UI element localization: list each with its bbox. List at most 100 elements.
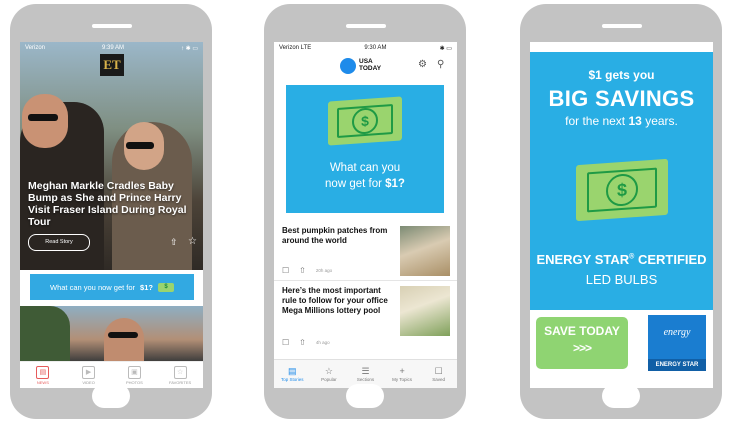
et-logo: ET bbox=[100, 54, 124, 76]
speaker bbox=[602, 24, 642, 28]
article-title[interactable]: Here’s the most important rule to follow… bbox=[282, 286, 392, 316]
photo-sunglasses bbox=[28, 114, 58, 121]
tab-label: Popular bbox=[321, 377, 337, 382]
bookmark-icon: ☐ bbox=[434, 366, 443, 376]
divider bbox=[274, 280, 457, 281]
banner-text: What can you now get for bbox=[50, 282, 136, 292]
ad-panel[interactable]: $1 gets you BIG SAVINGS for the next 13 … bbox=[530, 52, 713, 310]
status-icons: ✱ ▭ bbox=[439, 45, 452, 52]
app-header: USA TODAY ⚙ ⚲ bbox=[274, 55, 457, 77]
energy-star-certified: ENERGY STAR® CERTIFIED bbox=[530, 252, 713, 267]
tab-news[interactable]: ▤ NEWS bbox=[20, 362, 66, 388]
photo-face bbox=[104, 318, 144, 362]
ad-tile[interactable]: $ What can you now get for $1? bbox=[286, 85, 444, 213]
tab-my-topics[interactable]: + My Topics bbox=[384, 360, 421, 388]
status-bar: Verizon 9:39 AM ↑ ✱ ▭ bbox=[20, 42, 203, 54]
tab-label: FAVORITES bbox=[169, 379, 192, 385]
save-today-button[interactable]: SAVE TODAY >>> bbox=[536, 317, 628, 369]
tab-popular[interactable]: ☆ Popular bbox=[311, 360, 348, 388]
energy-star-label: ENERGY STAR bbox=[648, 359, 706, 371]
photo-sunglasses bbox=[108, 332, 138, 338]
search-icon[interactable]: ⚲ bbox=[437, 59, 444, 70]
top-stories-icon: ▤ bbox=[288, 366, 297, 376]
usa-today-logo-icon bbox=[340, 58, 356, 74]
ad-subline: for the next 13 years. bbox=[530, 114, 713, 128]
energy-star-logo: energy ENERGY STAR bbox=[648, 315, 706, 371]
tab-label: My Topics bbox=[392, 377, 413, 382]
speaker bbox=[346, 24, 386, 28]
star-icon: ☆ bbox=[324, 366, 333, 376]
article-meta: ☐ ⇧ 20h ago bbox=[282, 266, 332, 275]
registered-mark: ® bbox=[629, 253, 635, 261]
photo-face bbox=[22, 94, 68, 148]
energy-star-script: energy bbox=[663, 327, 691, 338]
read-story-button[interactable]: Read Story bbox=[28, 234, 90, 251]
article-time: 20h ago bbox=[315, 268, 333, 273]
ad-banner[interactable]: What can you now get for $1? $ bbox=[30, 274, 194, 300]
carrier-label: Verizon bbox=[25, 45, 46, 51]
save-today-label: SAVE TODAY bbox=[544, 324, 620, 338]
home-button[interactable] bbox=[602, 384, 640, 408]
share-icon[interactable]: ⇧ bbox=[299, 266, 306, 275]
tab-label: VIDEO bbox=[82, 379, 95, 385]
energy-star-ad-screen: $1 gets you BIG SAVINGS for the next 13 … bbox=[530, 42, 713, 388]
story-headline[interactable]: Meghan Markle Cradles Baby Bump as She a… bbox=[28, 180, 200, 228]
energy-star-text: ENERGY STAR bbox=[536, 252, 630, 267]
status-bar: Verizon LTE 9:30 AM ✱ ▭ bbox=[274, 42, 457, 54]
star-icon[interactable]: ☆ bbox=[188, 236, 197, 247]
time-label: 9:30 AM bbox=[364, 45, 387, 51]
home-button[interactable] bbox=[346, 384, 384, 408]
bookmark-icon[interactable]: ☐ bbox=[282, 338, 289, 347]
led-bulbs-text: LED BULBS bbox=[585, 272, 658, 287]
tab-label: NEWS bbox=[36, 379, 49, 385]
photo-sunglasses bbox=[126, 142, 154, 149]
ad-line: now get for $1? bbox=[286, 177, 444, 191]
ad-headline: $1 gets you bbox=[588, 68, 655, 82]
usa-today-app-screen: Verizon LTE 9:30 AM ✱ ▭ USA TODAY ⚙ ⚲ $ … bbox=[274, 42, 457, 388]
cash-icon: $ bbox=[157, 282, 174, 292]
certified-text: CERTIFIED bbox=[637, 252, 707, 267]
article-meta: ☐ ⇧ 4h ago bbox=[282, 338, 330, 347]
ad-big-savings: BIG SAVINGS bbox=[548, 86, 695, 111]
banner-amount: $1? bbox=[140, 282, 153, 292]
cash-bill-icon: $ bbox=[576, 158, 668, 222]
video-icon: ▶ bbox=[82, 365, 96, 379]
home-button[interactable] bbox=[92, 384, 130, 408]
article-thumbnail[interactable] bbox=[400, 226, 450, 276]
speaker bbox=[92, 24, 132, 28]
gear-icon[interactable]: ⚙ bbox=[418, 59, 427, 70]
et-app-screen: Verizon 9:39 AM ↑ ✱ ▭ ET Meghan Markle C… bbox=[20, 42, 203, 388]
carrier-label: Verizon LTE bbox=[279, 45, 312, 51]
article-thumbnail[interactable] bbox=[400, 286, 450, 336]
share-icon[interactable]: ⇧ bbox=[170, 237, 178, 248]
favorites-icon: ☆ bbox=[173, 365, 187, 379]
status-icons: ↑ ✱ ▭ bbox=[180, 45, 198, 52]
photo-tree bbox=[20, 306, 70, 362]
usa-today-wordmark: USA TODAY bbox=[359, 58, 382, 72]
article-title[interactable]: Best pumpkin patches from around the wor… bbox=[282, 226, 392, 246]
share-icon[interactable]: ⇧ bbox=[299, 338, 306, 347]
cash-bill-icon: $ bbox=[328, 96, 402, 146]
tab-label: Sections bbox=[356, 377, 375, 382]
tab-favorites[interactable]: ☆ FAVORITES bbox=[157, 362, 203, 388]
ad-amount: $1? bbox=[385, 178, 405, 190]
tab-label: Top Stories bbox=[281, 377, 304, 382]
ad-subline-post: years. bbox=[645, 114, 678, 128]
tab-label: PHOTOS bbox=[125, 379, 143, 385]
plus-icon: + bbox=[399, 366, 405, 376]
ad-subline-num: 13 bbox=[628, 114, 642, 128]
tab-saved[interactable]: ☐ Saved bbox=[420, 360, 457, 388]
ad-subline-pre: for the next bbox=[565, 114, 626, 128]
ad-line-text: now get for bbox=[325, 178, 382, 190]
ad-line: What can you bbox=[329, 162, 401, 174]
photos-icon: ▣ bbox=[127, 365, 141, 379]
bookmark-icon[interactable]: ☐ bbox=[282, 266, 289, 275]
article-time: 4h ago bbox=[315, 340, 330, 345]
phone-usa-today: Verizon LTE 9:30 AM ✱ ▭ USA TODAY ⚙ ⚲ $ … bbox=[264, 4, 466, 419]
tab-top-stories[interactable]: ▤ Top Stories bbox=[274, 360, 311, 388]
phone-ad: $1 gets you BIG SAVINGS for the next 13 … bbox=[520, 4, 722, 419]
tab-label: Saved bbox=[432, 377, 446, 382]
chevrons-icon: >>> bbox=[572, 341, 592, 355]
news-icon: ▤ bbox=[36, 365, 50, 379]
phone-et: Verizon 9:39 AM ↑ ✱ ▭ ET Meghan Markle C… bbox=[10, 4, 212, 419]
